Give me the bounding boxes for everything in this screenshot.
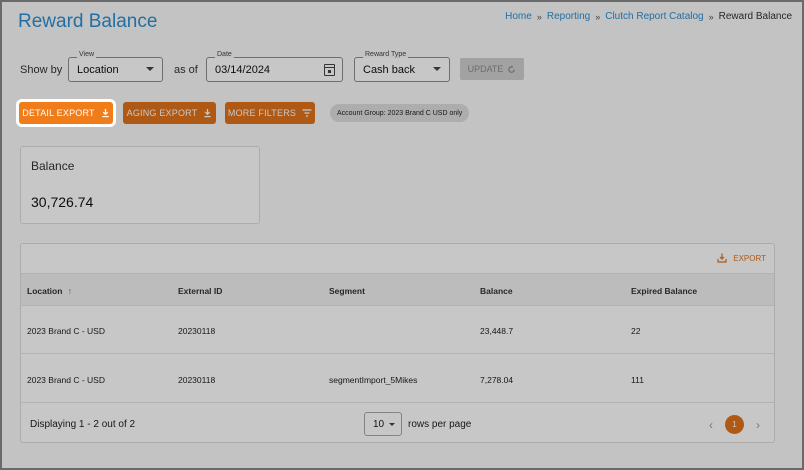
breadcrumb: Home » Reporting » Clutch Report Catalog… [505,11,792,22]
chevron-right-icon[interactable]: › [756,418,760,432]
filter-chip[interactable]: Account Group: 2023 Brand C USD only [330,104,470,122]
breadcrumb-catalog[interactable]: Clutch Report Catalog [605,11,703,22]
detail-export-button[interactable]: DETAIL EXPORT [19,102,113,124]
download-icon [717,253,727,263]
date-value: 03/14/2024 [215,63,271,76]
page-button-current[interactable]: 1 [725,415,744,434]
breadcrumb-home[interactable]: Home [505,11,532,22]
aging-export-button[interactable]: AGING EXPORT [123,102,216,124]
as-of-label: as of [174,64,198,76]
table-footer: Displaying 1 - 2 out of 2 10 rows per pa… [21,403,774,442]
breadcrumb-separator: » [708,11,714,22]
table-row: 2023 Brand C - USD 20230118 23,448.7 22 [21,306,774,354]
pagination: ‹ 1 › [709,415,760,434]
cell-location: 2023 Brand C - USD [27,375,105,385]
calendar-icon[interactable] [324,64,335,76]
filter-icon [302,109,312,117]
table-export-button[interactable]: EXPORT [717,253,766,263]
breadcrumb-reporting[interactable]: Reporting [547,11,590,22]
cell-external-id: 20230118 [178,326,216,336]
view-legend: View [77,51,97,58]
balance-label: Balance [31,159,75,173]
sort-ascending-icon: ↑ [67,286,73,296]
chevron-left-icon[interactable]: ‹ [709,418,713,432]
update-button[interactable]: UPDATE [460,58,524,80]
balance-card: Balance 30,726.74 [20,146,260,224]
column-header-expired-balance[interactable]: Expired Balance [631,286,697,296]
cell-balance: 7,278.04 [480,375,514,385]
more-filters-button[interactable]: MORE FILTERS [225,102,315,124]
column-header-segment[interactable]: Segment [329,286,365,296]
view-value: Location [77,63,119,76]
cell-expired-balance: 22 [631,326,641,336]
table-export-label: EXPORT [733,253,766,263]
reward-type-legend: Reward Type [363,51,409,58]
table-header: Location ↑ External ID Segment Balance E… [21,273,774,306]
column-header-location[interactable]: Location ↑ [27,286,72,296]
rows-per-page-select[interactable]: 10 [364,412,402,436]
view-select[interactable]: View Location [68,51,163,82]
download-icon [102,108,109,118]
cell-expired-balance: 111 [631,375,644,385]
breadcrumb-separator: » [536,11,542,22]
more-filters-label: MORE FILTERS [227,108,297,118]
pagination-summary: Displaying 1 - 2 out of 2 [30,419,136,430]
date-field[interactable]: Date 03/14/2024 [206,51,343,82]
breadcrumb-current: Reward Balance [718,11,792,22]
show-by-label: Show by [20,64,63,76]
page-title: Reward Balance [18,11,158,32]
rows-per-page-value: 10 [373,418,385,430]
download-icon [204,108,212,118]
aging-export-label: AGING EXPORT [126,108,198,118]
cell-external-id: 20230118 [178,375,216,385]
balance-value: 30,726.74 [31,194,94,210]
detail-export-label: DETAIL EXPORT [22,108,95,118]
balance-table-card: EXPORT Location ↑ External ID Segment Ba… [20,243,775,443]
chevron-down-icon [433,67,441,71]
column-header-external-id[interactable]: External ID [178,286,222,296]
date-legend: Date [215,51,234,58]
chevron-down-icon [389,423,395,426]
column-header-label: Location [27,286,63,296]
update-label: UPDATE [467,64,504,74]
breadcrumb-separator: » [595,11,601,22]
table-row: 2023 Brand C - USD 20230118 segmentImpor… [21,355,774,403]
reward-type-select[interactable]: Reward Type Cash back [354,51,450,82]
cell-location: 2023 Brand C - USD [27,326,105,336]
app-frame: Reward Balance Home » Reporting » Clutch… [0,0,804,470]
cell-balance: 23,448.7 [480,326,514,336]
chevron-down-icon [146,67,154,71]
reward-type-value: Cash back [363,63,415,76]
rows-per-page-label: rows per page [408,419,472,430]
column-header-balance[interactable]: Balance [480,286,513,296]
refresh-icon [508,64,516,73]
cell-segment: segmentImport_5Mikes [329,375,418,385]
